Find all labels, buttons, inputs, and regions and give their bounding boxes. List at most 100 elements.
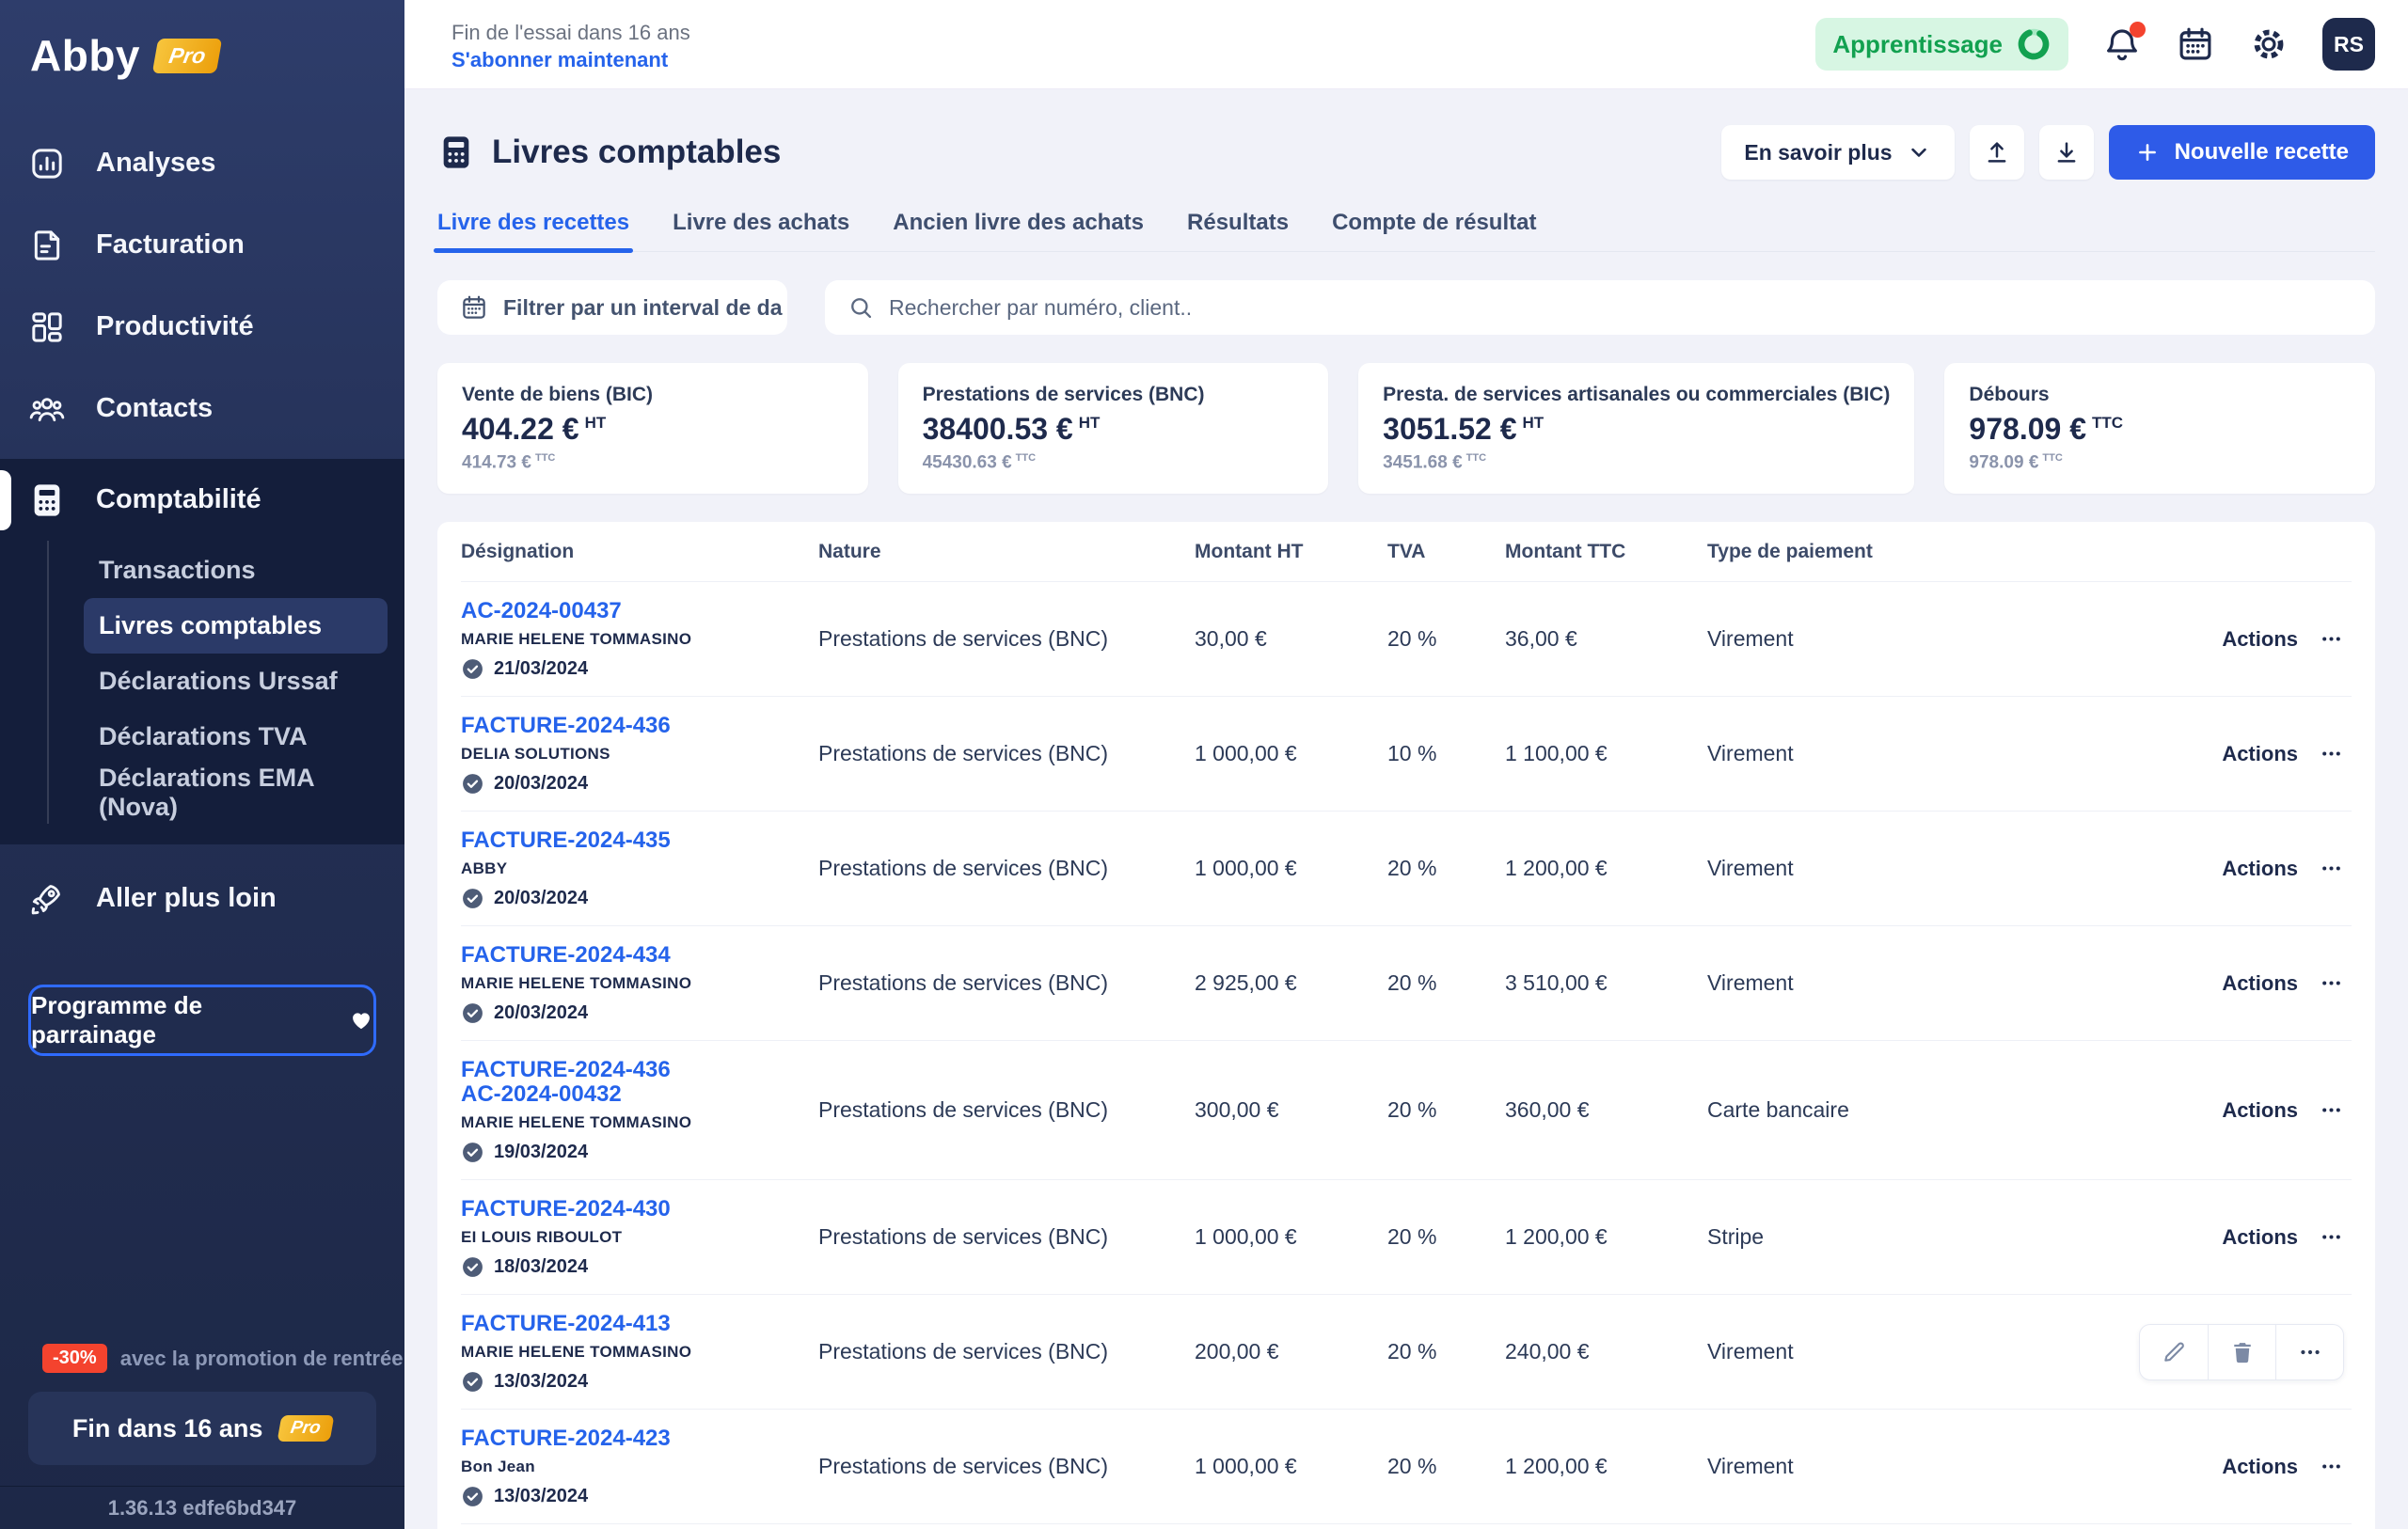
invoice-link[interactable]: FACTURE-2024-413 xyxy=(461,1310,671,1338)
tab-compte-de-resultat[interactable]: Compte de résultat xyxy=(1332,210,1536,251)
tab-livre-des-recettes[interactable]: Livre des recettes xyxy=(437,210,629,251)
more-options-icon[interactable] xyxy=(2319,856,2344,881)
client-name: Bon Jean xyxy=(461,1458,818,1476)
invoice-link[interactable]: AC-2024-00432 xyxy=(461,1080,622,1109)
trial-end-text: Fin de l'essai dans 16 ans xyxy=(452,17,690,48)
sidebar-item-analyses[interactable]: Analyses xyxy=(0,122,404,204)
invoice-link[interactable]: FACTURE-2024-434 xyxy=(461,941,671,969)
amount-ttc-cell: 1 200,00 € xyxy=(1505,856,1707,881)
amount-ht-cell: 300,00 € xyxy=(1195,1097,1387,1123)
sidebar-spacer xyxy=(0,1056,404,1344)
invoice-date: 20/03/2024 xyxy=(461,772,818,796)
app-logo[interactable]: Abby Pro xyxy=(0,0,404,81)
check-circle-icon xyxy=(461,772,484,796)
import-button[interactable] xyxy=(1970,125,2024,180)
nature-cell: Prestations de services (BNC) xyxy=(818,1339,1195,1364)
designation-cell: FACTURE-2024-436DELIA SOLUTIONS20/03/202… xyxy=(461,712,818,796)
more-options-icon[interactable] xyxy=(2319,1097,2344,1123)
nature-cell: Prestations de services (BNC) xyxy=(818,741,1195,766)
tab-ancien-livre-des-achats[interactable]: Ancien livre des achats xyxy=(893,210,1144,251)
user-avatar[interactable]: RS xyxy=(2322,18,2375,71)
promo-text: avec la promotion de rentrée xyxy=(120,1347,404,1371)
table-body: AC-2024-00437MARIE HELENE TOMMASINO21/03… xyxy=(461,582,2352,1529)
referral-program-button[interactable]: Programme de parrainage xyxy=(28,985,376,1056)
app-version: 1.36.13 edfe6bd347 xyxy=(0,1486,404,1529)
invoice-link[interactable]: FACTURE-2024-436 xyxy=(461,712,671,740)
sidebar-item-productivite[interactable]: Productivité xyxy=(0,286,404,368)
actions-button[interactable]: Actions xyxy=(2222,742,2298,766)
trial-countdown-box[interactable]: Fin dans 16 ans Pro xyxy=(28,1392,376,1465)
column-header-designation: Désignation xyxy=(461,541,818,563)
table-row: AC-2024-00437MARIE HELENE TOMMASINO21/03… xyxy=(461,582,2352,697)
search-input[interactable] xyxy=(889,295,2353,321)
nature-cell: Prestations de services (BNC) xyxy=(818,970,1195,996)
more-options-icon[interactable] xyxy=(2319,741,2344,766)
summary-card-title: Vente de biens (BIC) xyxy=(462,384,844,406)
date-text: 20/03/2024 xyxy=(494,1002,588,1024)
more-options-button[interactable] xyxy=(2275,1325,2343,1379)
designation-cell: FACTURE-2024-435ABBY20/03/2024 xyxy=(461,827,818,910)
table-row: FACTURE-2024-435ABBY20/03/2024Prestation… xyxy=(461,812,2352,926)
sidebar-item-facturation[interactable]: Facturation xyxy=(0,204,404,286)
more-options-icon[interactable] xyxy=(2319,1454,2344,1479)
actions-button[interactable]: Actions xyxy=(2222,857,2298,881)
tab-resultats[interactable]: Résultats xyxy=(1187,210,1289,251)
more-options-icon[interactable] xyxy=(2319,970,2344,996)
row-actions: Actions xyxy=(2222,1454,2352,1479)
actions-button[interactable]: Actions xyxy=(2222,1455,2298,1479)
designation-cell: AC-2024-00437MARIE HELENE TOMMASINO21/03… xyxy=(461,597,818,681)
summary-card-subvalue: 45430.63 €TTC xyxy=(923,452,1305,473)
promo-banner: -30% avec la promotion de rentrée xyxy=(0,1344,404,1373)
search-bar[interactable] xyxy=(825,280,2375,335)
export-button[interactable] xyxy=(2039,125,2094,180)
gear-icon xyxy=(2249,24,2289,64)
amount-ht-cell: 1 000,00 € xyxy=(1195,856,1387,881)
invoice-link[interactable]: FACTURE-2024-435 xyxy=(461,827,671,855)
notifications-button[interactable] xyxy=(2102,24,2142,64)
sidebar-item-label: Analyses xyxy=(96,148,215,179)
page-title-wrap: Livres comptables xyxy=(437,134,781,171)
summary-card-value: 3051.52 €HT xyxy=(1383,412,1890,447)
more-options-icon[interactable] xyxy=(2319,1224,2344,1250)
actions-button[interactable]: Actions xyxy=(2222,971,2298,996)
sidebar-item-aller-plus-loin[interactable]: Aller plus loin xyxy=(0,858,404,939)
payment-type-cell: Virement xyxy=(1707,626,2022,652)
tab-livre-des-achats[interactable]: Livre des achats xyxy=(673,210,849,251)
actions-button[interactable]: Actions xyxy=(2222,1225,2298,1250)
vat-cell: 20 % xyxy=(1387,856,1505,881)
delete-button[interactable] xyxy=(2208,1325,2275,1379)
actions-button[interactable]: Actions xyxy=(2222,627,2298,652)
more-options-icon[interactable] xyxy=(2319,626,2344,652)
sidebar-submenu: TransactionsLivres comptablesDéclaration… xyxy=(47,541,404,824)
row-actions: Actions xyxy=(2222,626,2352,652)
plus-icon xyxy=(2135,140,2160,165)
new-recipe-button[interactable]: Nouvelle recette xyxy=(2109,125,2375,180)
amount-ht-cell: 200,00 € xyxy=(1195,1339,1387,1364)
row-actions: Actions xyxy=(2222,856,2352,881)
sidebar-subitem-declarations-urssaf[interactable]: Déclarations Urssaf xyxy=(84,654,388,709)
edit-button[interactable] xyxy=(2140,1325,2208,1379)
invoice-link[interactable]: FACTURE-2024-423 xyxy=(461,1425,671,1453)
sidebar-subitem-transactions[interactable]: Transactions xyxy=(84,543,388,598)
sidebar-item-contacts[interactable]: Contacts xyxy=(0,368,404,449)
sidebar-subitem-livres-comptables[interactable]: Livres comptables xyxy=(84,598,388,654)
learn-more-button[interactable]: En savoir plus xyxy=(1721,125,1954,180)
sidebar-item-comptabilite[interactable]: Comptabilité xyxy=(0,459,404,541)
date-range-filter[interactable]: Filtrer par un interval de da xyxy=(437,280,787,335)
settings-button[interactable] xyxy=(2249,24,2289,64)
actions-button[interactable]: Actions xyxy=(2222,1098,2298,1123)
check-circle-icon xyxy=(461,1370,484,1394)
sidebar-subitem-declarations-ema-nova[interactable]: Déclarations EMA (Nova) xyxy=(84,764,388,820)
date-filter-placeholder: Filtrer par un interval de da xyxy=(503,295,783,321)
row-actions: Actions xyxy=(2222,1097,2352,1123)
learning-progress-button[interactable]: Apprentissage xyxy=(1815,18,2068,71)
subscribe-link[interactable]: S'abonner maintenant xyxy=(452,48,690,72)
invoice-link[interactable]: FACTURE-2024-430 xyxy=(461,1195,671,1223)
invoice-link[interactable]: FACTURE-2024-436 xyxy=(461,1056,671,1079)
invoice-link[interactable]: AC-2024-00437 xyxy=(461,597,622,625)
sidebar-subitem-declarations-tva[interactable]: Déclarations TVA xyxy=(84,709,388,764)
check-circle-icon xyxy=(461,1141,484,1164)
calendar-button[interactable] xyxy=(2176,24,2215,64)
row-actions xyxy=(2139,1324,2352,1380)
vat-cell: 20 % xyxy=(1387,1224,1505,1250)
